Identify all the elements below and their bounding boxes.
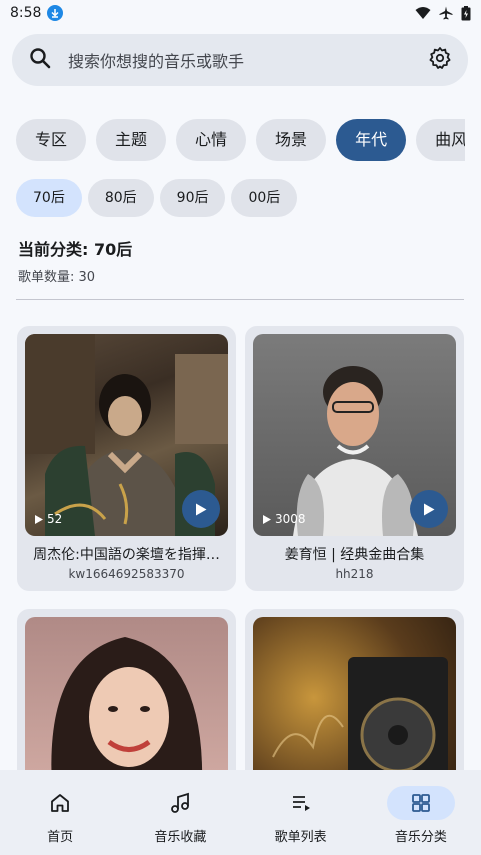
subcategory-chips: 70后 80后 90后 00后 — [16, 179, 303, 217]
bottom-nav: 首页 音乐收藏 歌单列表 音乐分类 — [0, 770, 481, 855]
current-category: 当前分类: 70后 — [18, 240, 133, 259]
play-count-icon — [263, 514, 271, 524]
wifi-icon — [415, 7, 431, 19]
nav-item-favorites[interactable]: 音乐收藏 — [120, 770, 240, 855]
gear-icon[interactable] — [428, 46, 452, 74]
status-icons — [415, 5, 471, 21]
playlist-card[interactable]: 3008 姜育恒 | 经典金曲合集 hh218 — [245, 326, 464, 591]
status-time: 8:58 — [10, 5, 42, 21]
nav-label-home: 首页 — [47, 830, 74, 845]
nav-item-playlists[interactable]: 歌单列表 — [241, 770, 361, 855]
category-info: 当前分类: 70后 歌单数量: 30 — [18, 236, 132, 285]
category-chips: 专区 主题 心情 场景 年代 曲风 — [16, 119, 465, 163]
music-note-icon — [146, 786, 214, 820]
playlist-icon — [267, 786, 335, 820]
sub-chip-90s[interactable]: 90后 — [159, 179, 226, 217]
playlist-card[interactable]: 52 周杰伦:中国語の楽壇を指揮… kw1664692583370 — [17, 326, 236, 591]
chip-zhuanqu[interactable]: 专区 — [16, 119, 87, 161]
download-icon — [47, 5, 64, 21]
playlist-title: 周杰伦:中国語の楽壇を指揮… — [33, 547, 220, 563]
chip-changjing[interactable]: 场景 — [256, 119, 327, 161]
play-count: 3008 — [263, 512, 306, 526]
chip-xinqing[interactable]: 心情 — [176, 119, 247, 161]
playlist-title: 姜育恒 | 经典金曲合集 — [284, 547, 425, 563]
play-icon — [424, 503, 435, 515]
play-count: 52 — [35, 512, 62, 526]
search-bar[interactable]: 搜索你想搜的音乐或歌手 — [12, 34, 468, 86]
sub-chip-70s[interactable]: 70后 — [16, 179, 82, 217]
play-button[interactable] — [182, 490, 220, 528]
sub-chip-00s[interactable]: 00后 — [231, 179, 298, 217]
chip-qufeng[interactable]: 曲风 — [416, 119, 465, 161]
nav-label-favorites: 音乐收藏 — [154, 830, 207, 845]
play-icon — [196, 503, 207, 515]
playlist-author: kw1664692583370 — [68, 567, 185, 581]
nav-item-home[interactable]: 首页 — [0, 770, 120, 855]
status-bar: 8:58 — [0, 0, 481, 26]
grid-icon — [386, 786, 455, 820]
play-count-value: 3008 — [275, 512, 306, 526]
playlist-count: 歌单数量: 30 — [18, 270, 96, 285]
play-button[interactable] — [410, 490, 448, 528]
nav-label-categories: 音乐分类 — [394, 830, 447, 845]
battery-icon — [461, 5, 471, 20]
play-count-icon — [35, 514, 43, 524]
chip-zhuti[interactable]: 主题 — [96, 119, 167, 161]
playlist-cover[interactable]: 3008 — [253, 334, 456, 536]
search-icon[interactable] — [28, 46, 52, 74]
nav-item-categories[interactable]: 音乐分类 — [361, 770, 481, 855]
sub-chip-80s[interactable]: 80后 — [87, 179, 154, 217]
playlist-author: hh218 — [335, 567, 374, 581]
chip-niandai[interactable]: 年代 — [336, 119, 407, 161]
play-count-value: 52 — [47, 512, 63, 526]
divider — [16, 299, 464, 300]
search-input[interactable]: 搜索你想搜的音乐或歌手 — [68, 48, 428, 72]
home-icon — [26, 786, 94, 820]
nav-label-playlists: 歌单列表 — [274, 830, 327, 845]
airplane-icon — [439, 6, 453, 20]
playlist-cover[interactable]: 52 — [25, 334, 228, 536]
